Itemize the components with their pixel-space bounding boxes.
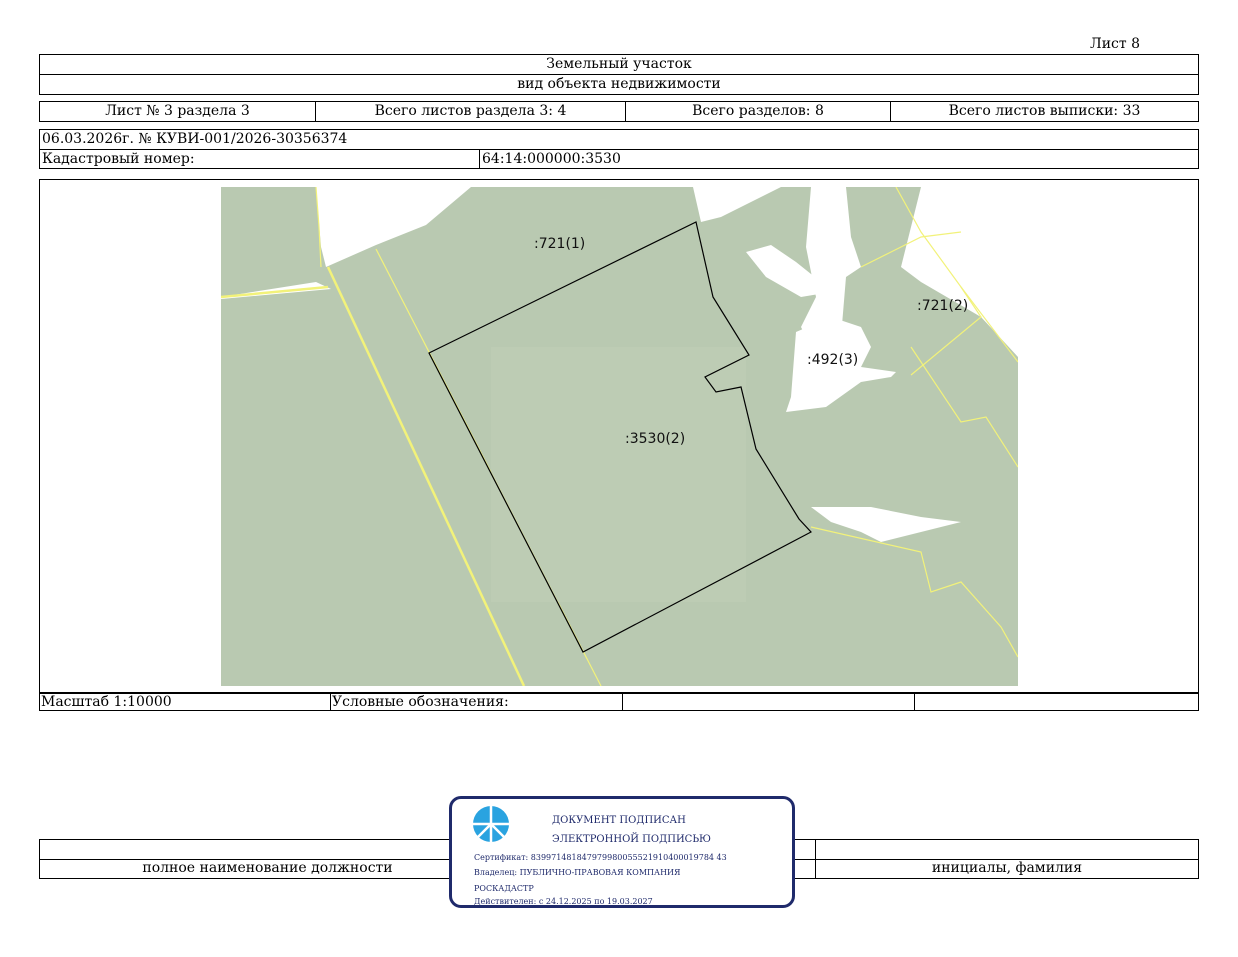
position-caption: полное наименование должности bbox=[142, 860, 393, 876]
label-3530-2: :3530(2) bbox=[625, 431, 685, 447]
label-721-1: :721(1) bbox=[534, 236, 585, 252]
legend-cell-1 bbox=[623, 694, 915, 710]
total-extract-sheets: Всего листов выписки: 33 bbox=[948, 103, 1141, 119]
cadastral-value: 64:14:000000:3530 bbox=[482, 151, 621, 167]
stamp-validity: Действителен: с 24.12.2025 по 19.03.2027 bbox=[474, 897, 653, 906]
document-reference: 06.03.2026г. № КУВИ-001/2026-30356374 bbox=[39, 129, 1199, 150]
cadastral-row: Кадастровый номер: 64:14:000000:3530 bbox=[39, 149, 1199, 169]
cadastral-map: :721(1) :721(2) :492(3) :3530(2) bbox=[221, 187, 1018, 686]
stamp-title-1: ДОКУМЕНТ ПОДПИСАН bbox=[552, 815, 686, 826]
stamp-title-2: ЭЛЕКТРОННОЙ ПОДПИСЬЮ bbox=[552, 834, 711, 845]
subject-highlight bbox=[491, 347, 746, 602]
total-section-sheets: Всего листов раздела 3: 4 bbox=[316, 102, 626, 121]
legend-label: Условные обозначения: bbox=[331, 694, 623, 710]
roskadastr-logo-icon bbox=[473, 806, 509, 842]
sheet-info-row: Лист № 3 раздела 3 Всего листов раздела … bbox=[39, 101, 1199, 122]
scale-label: Масштаб 1:10000 bbox=[40, 694, 331, 710]
stamp-owner-2: РОСКАДАСТР bbox=[474, 884, 534, 893]
object-type: Земельный участок bbox=[39, 54, 1199, 75]
sheet-of-section: Лист № 3 раздела 3 bbox=[40, 102, 316, 121]
name-caption: инициалы, фамилия bbox=[931, 860, 1083, 876]
cadastral-label: Кадастровый номер: bbox=[40, 150, 480, 168]
electronic-signature-stamp: ДОКУМЕНТ ПОДПИСАН ЭЛЕКТРОННОЙ ПОДПИСЬЮ С… bbox=[449, 796, 795, 908]
label-492-3: :492(3) bbox=[807, 352, 858, 368]
total-sections: Всего разделов: 8 bbox=[626, 102, 891, 121]
legend-cell-2 bbox=[915, 694, 1198, 710]
object-kind: вид объекта недвижимости bbox=[39, 74, 1199, 95]
label-721-2: :721(2) bbox=[917, 298, 968, 314]
stamp-certificate: Сертификат: 8399714818479799800555219104… bbox=[474, 853, 727, 862]
sheet-number: Лист 8 bbox=[1090, 36, 1140, 52]
stamp-owner: Владелец: ПУБЛИЧНО-ПРАВОВАЯ КОМПАНИЯ bbox=[474, 868, 681, 877]
legend-row: Масштаб 1:10000 Условные обозначения: bbox=[39, 693, 1199, 711]
